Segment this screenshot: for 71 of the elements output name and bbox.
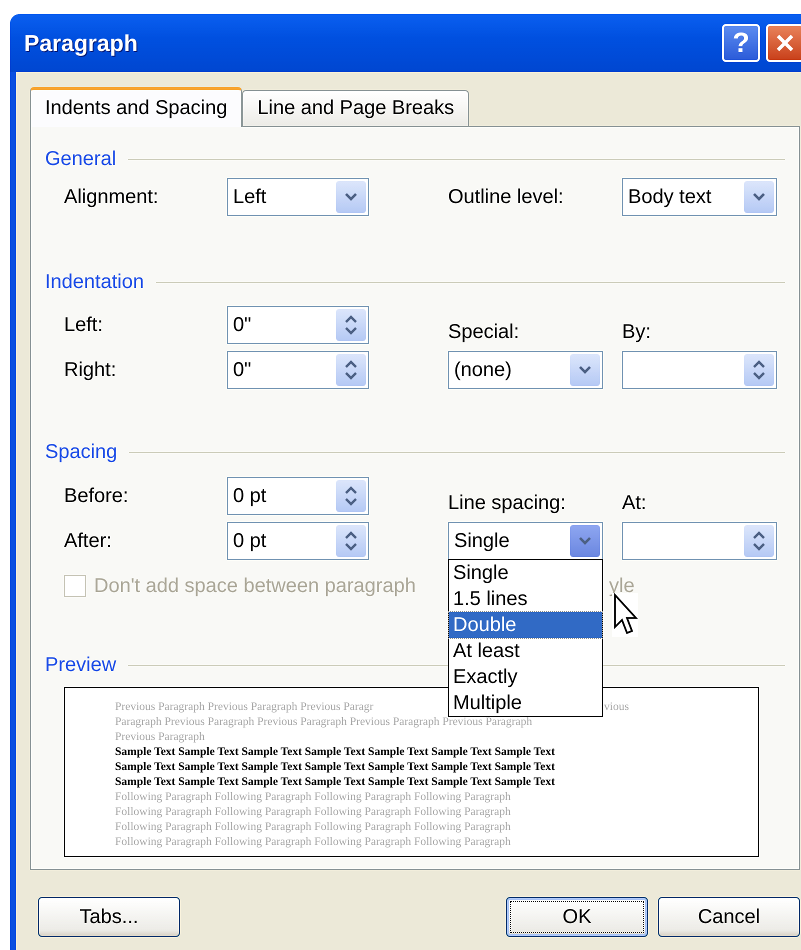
- window-title: Paragraph: [24, 30, 139, 56]
- dropdown-button[interactable]: [336, 181, 366, 213]
- chevron-down-icon: [578, 536, 592, 546]
- field-label: Right:: [64, 358, 118, 382]
- dropdown-option[interactable]: Multiple: [449, 690, 602, 716]
- field-label: Before:: [64, 484, 130, 508]
- preview-text: Following Paragraph Following Paragraph Following Paragraph Following Paragraph: [115, 805, 511, 820]
- dropdown-option[interactable]: Double: [449, 612, 602, 638]
- preview-text: Previous Paragraph: [115, 730, 205, 745]
- spin-button[interactable]: [336, 354, 366, 386]
- preview-text: Following Paragraph Following Paragraph Following Paragraph Following Paragraph: [115, 790, 511, 805]
- dialog-button[interactable]: Tabs...: [38, 897, 180, 937]
- close-button[interactable]: [766, 24, 801, 62]
- group-heading: Preview: [45, 654, 116, 676]
- group-heading: Spacing: [45, 440, 118, 464]
- up-down-arrows-icon: [344, 359, 358, 381]
- checkbox-label: yle: [609, 574, 635, 598]
- checkbox-label: Don't add space between paragraph: [94, 574, 417, 598]
- preview-text: Sample Text Sample Text Sample Text Sample Text Sample Text Sample Text Sample Text: [115, 745, 555, 760]
- spin-field[interactable]: 0 pt: [227, 477, 369, 515]
- preview-text: Sample Text Sample Text Sample Text Sample Text Sample Text Sample Text Sample Text: [115, 775, 555, 790]
- help-button[interactable]: ?: [722, 24, 760, 62]
- chevron-down-icon: [578, 365, 592, 375]
- dropdown-button[interactable]: [570, 525, 600, 557]
- up-down-arrows-icon: [752, 359, 766, 381]
- field-label: After:: [64, 530, 113, 552]
- dropdown-option[interactable]: Single: [449, 560, 602, 586]
- field-label: At:: [622, 492, 648, 515]
- preview-text: Sample Text Sample Text Sample Text Sample Text Sample Text Sample Text Sample Text: [115, 760, 555, 775]
- up-down-arrows-icon: [344, 485, 358, 507]
- spin-field[interactable]: 0 pt: [227, 522, 369, 560]
- up-down-arrows-icon: [752, 530, 766, 552]
- chevron-down-icon: [752, 192, 766, 202]
- spin-field[interactable]: [622, 522, 777, 560]
- group-heading: Indentation: [45, 270, 144, 294]
- preview-text: vious: [604, 700, 629, 715]
- preview-text: Following Paragraph Following Paragraph Following Paragraph Following Paragraph: [115, 820, 511, 835]
- dropdown-option[interactable]: At least: [449, 638, 602, 664]
- spin-button[interactable]: [336, 525, 366, 557]
- close-icon: [775, 33, 795, 53]
- field-label: Special:: [448, 321, 520, 344]
- spin-button[interactable]: [336, 309, 366, 341]
- spin-field[interactable]: 0": [227, 351, 369, 389]
- preview-text: Paragraph Previous Paragraph Previous Paragraph Previous Paragraph Previous Paragraph: [115, 715, 532, 730]
- dialog-button[interactable]: Cancel: [658, 897, 800, 937]
- spin-button[interactable]: [336, 480, 366, 512]
- dropdown[interactable]: Left: [227, 178, 369, 216]
- tab[interactable]: Line and Page Breaks: [242, 90, 470, 126]
- group-heading: General: [45, 148, 116, 170]
- spin-button[interactable]: [744, 354, 774, 386]
- spin-button[interactable]: [744, 525, 774, 557]
- dropdown[interactable]: Body text: [622, 178, 777, 216]
- spin-field[interactable]: 0": [227, 306, 369, 344]
- dropdown-button[interactable]: [570, 354, 600, 386]
- tab[interactable]: Indents and Spacing: [30, 87, 242, 127]
- field-label: Line spacing:: [448, 492, 567, 515]
- spin-field[interactable]: [622, 351, 777, 389]
- field-label: Outline level:: [448, 186, 565, 208]
- dropdown-button[interactable]: [744, 181, 774, 213]
- up-down-arrows-icon: [344, 530, 358, 552]
- chevron-down-icon: [344, 192, 358, 202]
- dialog-button[interactable]: OK: [506, 897, 648, 937]
- up-down-arrows-icon: [344, 314, 358, 336]
- field-label: Alignment:: [64, 186, 160, 208]
- dropdown-option[interactable]: Exactly: [449, 664, 602, 690]
- dropdown-option[interactable]: 1.5 lines: [449, 586, 602, 612]
- field-label: Left:: [64, 314, 104, 336]
- dropdown[interactable]: (none): [448, 351, 603, 389]
- preview-text: Following Paragraph Following Paragraph Following Paragraph Following Paragraph: [115, 835, 511, 850]
- field-label: By:: [622, 321, 652, 344]
- preview-text: Previous Paragraph Previous Paragraph Previous Paragr: [115, 700, 374, 715]
